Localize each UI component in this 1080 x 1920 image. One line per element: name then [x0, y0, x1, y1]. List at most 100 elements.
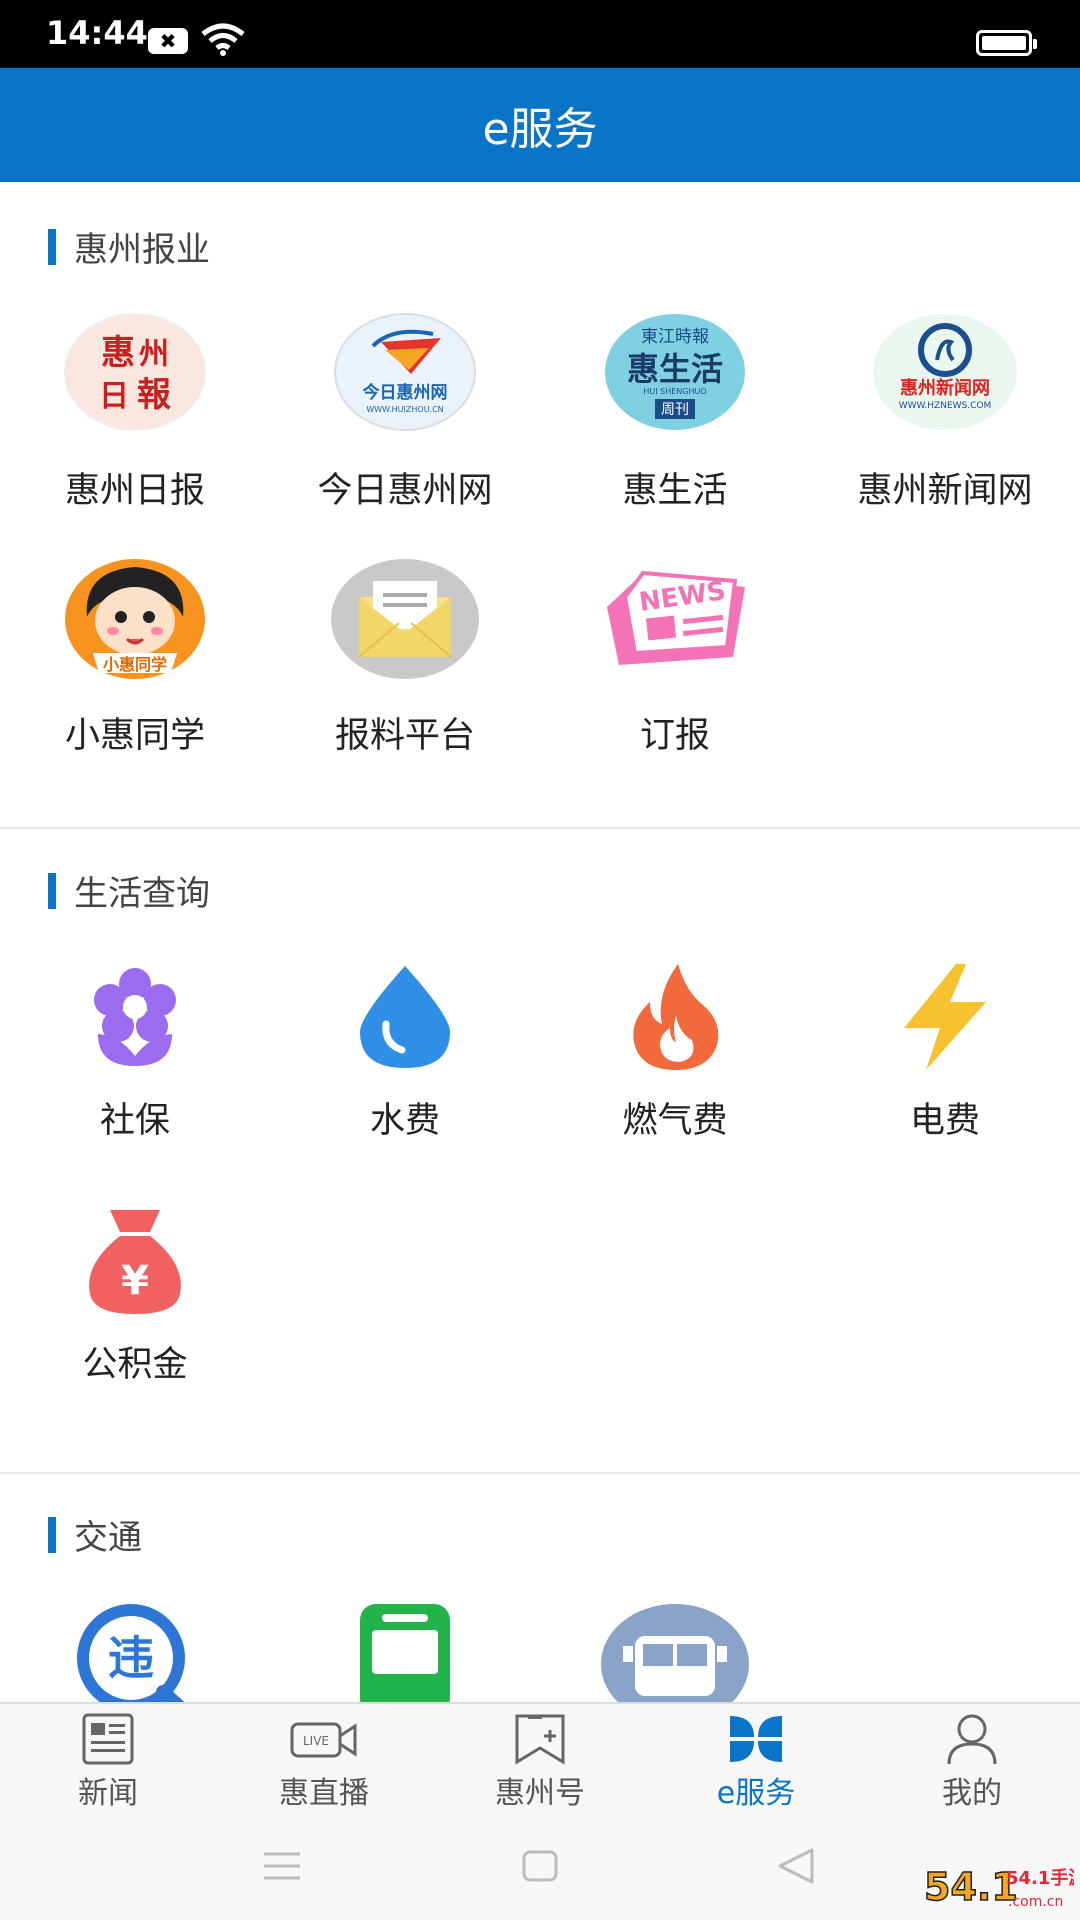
notification-icon: ✖ — [148, 28, 188, 54]
wifi-icon — [201, 23, 245, 56]
svg-text:東江時報: 東江時報 — [641, 327, 709, 347]
newspaper-icon: NEWS — [599, 557, 751, 685]
tile-subscribe[interactable]: NEWS 订报 — [540, 557, 810, 787]
tile-huizhou-news[interactable]: 惠州新闻网 WWW.HZNEWS.COM 惠州新闻网 — [810, 312, 1080, 542]
nav-label: 惠直播 — [279, 1776, 369, 1811]
menu-icon[interactable] — [262, 1850, 302, 1882]
section-title: 惠州报业 — [74, 230, 210, 270]
svg-text:54.1: 54.1 — [924, 1865, 1018, 1909]
tile-school-bus[interactable] — [540, 1602, 810, 1702]
svg-text:今日惠州网: 今日惠州网 — [363, 382, 448, 403]
section-title: 交通 — [74, 1518, 142, 1558]
svg-text:违: 违 — [108, 1631, 154, 1685]
section-marker — [48, 872, 56, 909]
tile-label: 报料平台 — [334, 716, 475, 756]
school-bus-icon — [599, 1602, 751, 1702]
hui-life-logo-icon: 東江時報 惠生活 HUI SHENGHUO 周刊 — [603, 312, 747, 436]
services-content[interactable]: 惠州报业 惠 州 日 報 惠州日报 今日惠州网 WWW.HUIZHOU.CN 今… — [0, 182, 1080, 1702]
live-camera-icon: LIVE — [290, 1722, 357, 1758]
svg-text:周刊: 周刊 — [661, 402, 689, 418]
svg-text:HUI SHENGHUO: HUI SHENGHUO — [643, 387, 706, 396]
flower-icon — [80, 962, 190, 1076]
nav-label: 惠州号 — [495, 1776, 585, 1811]
nav-label: e服务 — [716, 1776, 796, 1811]
svg-text:WWW.HZNEWS.COM: WWW.HZNEWS.COM — [899, 401, 991, 411]
page-title: e服务 — [482, 104, 598, 155]
bus-icon — [350, 1602, 460, 1702]
tile-huizhou-daily[interactable]: 惠 州 日 報 惠州日报 — [0, 312, 270, 542]
tile-report-platform[interactable]: 报料平台 — [270, 557, 540, 787]
tile-label: 小惠同学 — [64, 716, 205, 756]
nav-mine[interactable]: 我的 — [864, 1704, 1080, 1816]
svg-text:54.1手游网: 54.1手游网 — [1006, 1867, 1074, 1889]
tile-traffic-violation[interactable]: 违 — [0, 1602, 270, 1702]
tile-today-huizhou[interactable]: 今日惠州网 WWW.HUIZHOU.CN 今日惠州网 — [270, 312, 540, 542]
home-icon[interactable] — [522, 1850, 558, 1882]
svg-text:WWW.HUIZHOU.CN: WWW.HUIZHOU.CN — [366, 405, 443, 414]
tile-label: 惠州新闻网 — [857, 471, 1033, 511]
nav-huizhou-account[interactable]: 惠州号 — [432, 1704, 648, 1816]
user-icon — [947, 1714, 997, 1765]
svg-text:日: 日 — [99, 379, 129, 414]
watermark-logo-icon: 54.1 54.1手游网 .com.cn — [924, 1864, 1074, 1910]
water-drop-icon — [350, 962, 460, 1076]
violation-search-icon: 违 — [75, 1602, 195, 1702]
nav-label: 我的 — [942, 1776, 1002, 1811]
grid-clover-icon — [730, 1716, 782, 1762]
section-header-newspaper: 惠州报业 — [48, 222, 210, 271]
nav-live[interactable]: LIVE 惠直播 — [216, 1704, 432, 1816]
tile-label: 惠州日报 — [64, 471, 205, 511]
svg-text:惠州新闻网: 惠州新闻网 — [900, 377, 990, 399]
section-divider — [0, 827, 1080, 829]
section-divider — [0, 1472, 1080, 1474]
lightning-icon — [890, 962, 1000, 1076]
svg-text:報: 報 — [137, 375, 171, 415]
svg-text:州: 州 — [139, 337, 169, 372]
nav-news[interactable]: 新闻 — [0, 1704, 216, 1816]
tile-label: 社保 — [99, 1101, 170, 1141]
tile-hui-life[interactable]: 東江時報 惠生活 HUI SHENGHUO 周刊 惠生活 — [540, 312, 810, 542]
money-bag-icon: ¥ — [80, 1206, 190, 1320]
tile-label: 电费 — [909, 1101, 980, 1141]
tile-xiaohui[interactable]: 小惠同学 小惠同学 — [0, 557, 270, 787]
svg-text:¥: ¥ — [121, 1258, 149, 1304]
today-huizhou-logo-icon: 今日惠州网 WWW.HUIZHOU.CN — [333, 312, 477, 436]
tile-label: 公积金 — [82, 1345, 188, 1385]
tile-label: 订报 — [639, 716, 710, 756]
status-time: 14:44 — [46, 14, 148, 52]
section-header-traffic: 交通 — [48, 1510, 142, 1559]
tile-social-security[interactable]: 社保 — [0, 962, 270, 1182]
tile-label: 燃气费 — [622, 1101, 728, 1141]
system-nav-bar: 54.1 54.1手游网 .com.cn — [0, 1814, 1080, 1920]
status-bar: 14:44 ✖ — [0, 0, 1080, 68]
back-icon[interactable] — [776, 1848, 816, 1884]
xiaohui-mascot-icon: 小惠同学 — [63, 557, 207, 685]
svg-text:惠生活: 惠生活 — [627, 350, 723, 388]
tile-electricity-fee[interactable]: 电费 — [810, 962, 1080, 1182]
tile-water-fee[interactable]: 水费 — [270, 962, 540, 1182]
live-text: LIVE — [303, 1734, 329, 1748]
svg-text:惠: 惠 — [101, 333, 135, 373]
svg-text:.com.cn: .com.cn — [1008, 1894, 1063, 1910]
header: e服务 — [0, 68, 1080, 182]
tile-label: 水费 — [369, 1101, 440, 1141]
nav-e-service[interactable]: e服务 — [648, 1704, 864, 1816]
huizhou-daily-logo-icon: 惠 州 日 報 — [63, 312, 207, 436]
section-title: 生活查询 — [74, 874, 210, 914]
tile-housing-fund[interactable]: ¥ 公积金 — [0, 1206, 270, 1426]
tile-gas-fee[interactable]: 燃气费 — [540, 962, 810, 1182]
section-marker — [48, 228, 56, 265]
envelope-icon — [329, 557, 481, 685]
bottom-nav: 新闻 LIVE 惠直播 惠州号 e服务 我的 — [0, 1702, 1080, 1814]
tile-bus[interactable] — [270, 1602, 540, 1702]
section-header-life: 生活查询 — [48, 866, 210, 915]
battery-icon — [976, 30, 1037, 56]
nav-label: 新闻 — [78, 1776, 138, 1811]
bookmark-plus-icon — [515, 1714, 565, 1765]
huizhou-news-logo-icon: 惠州新闻网 WWW.HZNEWS.COM — [871, 312, 1019, 436]
flame-icon — [620, 962, 730, 1076]
section-marker — [48, 1516, 56, 1553]
tile-label: 今日惠州网 — [317, 471, 493, 511]
news-doc-icon — [82, 1713, 134, 1765]
svg-text:小惠同学: 小惠同学 — [103, 655, 167, 674]
